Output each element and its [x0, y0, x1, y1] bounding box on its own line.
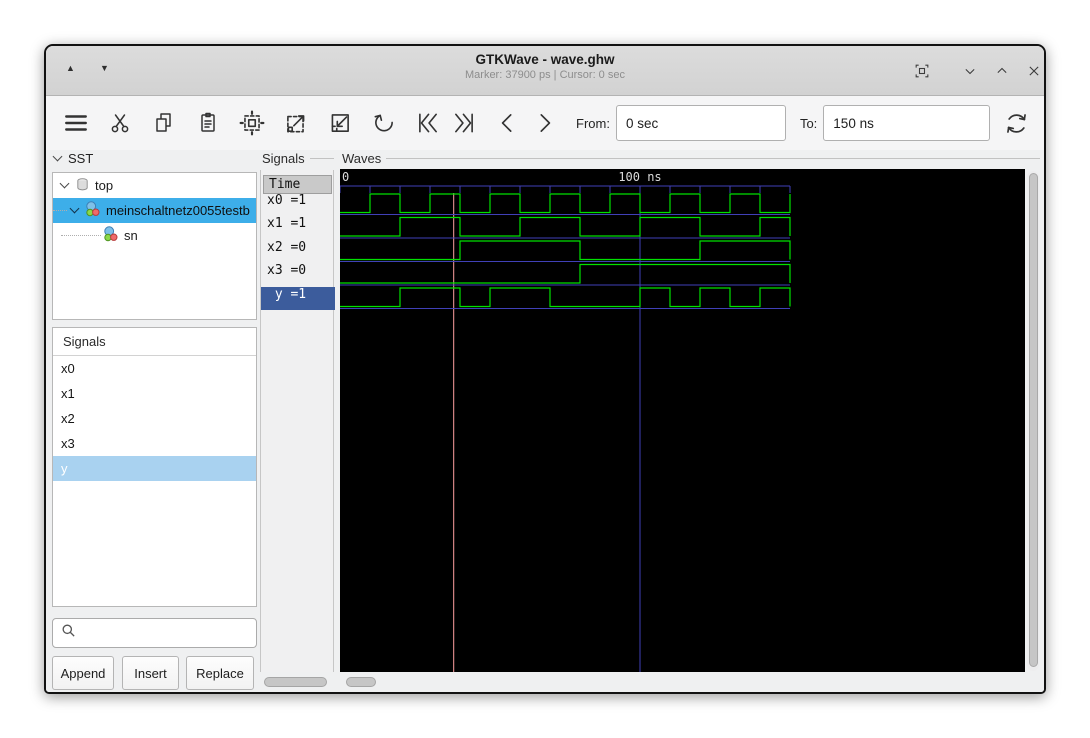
paste-icon[interactable] [190, 105, 226, 141]
svg-text:100 ns: 100 ns [618, 170, 661, 184]
undo-icon[interactable] [366, 105, 402, 141]
chevron-down-icon [52, 151, 63, 162]
restore-icon[interactable] [910, 59, 934, 83]
marker-cursor-status: Marker: 37900 ps | Cursor: 0 sec [465, 69, 625, 81]
names-hscrollbar-thumb[interactable] [264, 677, 327, 687]
step-forward-icon[interactable] [526, 105, 562, 141]
archive-icon [75, 177, 90, 195]
names-hscrollbar[interactable] [260, 674, 334, 690]
tree-item-label: meinschaltnetz0055testb [106, 203, 250, 218]
insert-button[interactable]: Insert [122, 656, 179, 690]
close-icon[interactable] [1022, 59, 1044, 83]
hierarchy-icon [103, 226, 119, 245]
signal-name-row-selected[interactable]: y =1 [261, 286, 335, 310]
to-input[interactable] [823, 105, 991, 141]
search-input[interactable] [82, 624, 262, 642]
signal-list-item[interactable]: x1 [53, 381, 256, 406]
wave-panel: 0 100 ns [338, 168, 1042, 674]
wave-hscrollbar[interactable] [338, 674, 1042, 690]
signal-search-panel: Signals x0 x1 x2 x3 y [52, 327, 257, 607]
wave-vscrollbar-thumb[interactable] [1028, 173, 1038, 667]
sst-tree: top meinschaltnetz0055testb sn [52, 172, 257, 320]
signal-name-row[interactable]: x0 =1 [261, 193, 335, 217]
main-area: SST top meinschaltnetz0055testb sn Signa… [46, 150, 1044, 692]
wave-vscrollbar[interactable] [1027, 171, 1039, 671]
wave-canvas[interactable]: 0 100 ns [340, 169, 1025, 672]
wave-viewport[interactable]: 0 100 ns [340, 169, 1025, 672]
minimize-icon[interactable] [958, 59, 982, 83]
signal-list-item-selected[interactable]: y [53, 456, 256, 481]
signals-panel-header: Signals [53, 328, 256, 356]
step-back-icon[interactable] [490, 105, 526, 141]
zoom-out-icon[interactable] [322, 105, 358, 141]
skip-to-start-icon[interactable] [410, 105, 446, 141]
from-label: From: [576, 115, 610, 131]
wave-hscrollbar-thumb[interactable] [346, 677, 376, 687]
signal-list-item[interactable]: x3 [53, 431, 256, 456]
sst-expander[interactable]: SST [52, 151, 93, 166]
search-icon [61, 623, 76, 643]
zoom-fit-icon[interactable] [234, 105, 270, 141]
hierarchy-icon [85, 201, 101, 220]
waves-frame-label: Waves [342, 151, 1040, 166]
gtkwave-window: ▲ ▼ GTKWave - wave.ghw Marker: 37900 ps … [44, 44, 1046, 694]
from-input[interactable] [615, 105, 786, 141]
tree-item-meinschaltnetz[interactable]: meinschaltnetz0055testb [53, 198, 256, 223]
zoom-in-icon[interactable] [278, 105, 314, 141]
time-header[interactable]: Time [263, 175, 332, 194]
tree-item-label: sn [124, 228, 138, 243]
skip-to-end-icon[interactable] [446, 105, 482, 141]
maximize-icon[interactable] [990, 59, 1014, 83]
signal-name-row[interactable]: x3 =0 [261, 263, 335, 287]
tree-item-top[interactable]: top [53, 173, 256, 198]
copy-icon[interactable] [146, 105, 182, 141]
signal-names-column: Time x0 =1 x1 =1 x2 =0 x3 =0 y =1 [260, 170, 335, 672]
reload-icon[interactable] [998, 105, 1034, 141]
signal-name-row[interactable]: x2 =0 [261, 240, 335, 264]
chevron-down-icon[interactable] [59, 178, 70, 189]
signals-column-frame-label: Signals [262, 151, 334, 166]
svg-text:0: 0 [342, 170, 349, 184]
signal-list-item[interactable]: x2 [53, 406, 256, 431]
cut-icon[interactable] [102, 105, 138, 141]
titlebar[interactable]: ▲ ▼ GTKWave - wave.ghw Marker: 37900 ps … [46, 46, 1044, 96]
chevron-down-icon[interactable] [69, 203, 80, 214]
window-title: GTKWave - wave.ghw [475, 52, 615, 67]
tree-item-sn[interactable]: sn [53, 223, 256, 248]
append-button[interactable]: Append [52, 656, 114, 690]
signal-name-row[interactable]: x1 =1 [261, 216, 335, 240]
replace-button[interactable]: Replace [186, 656, 254, 690]
signal-search[interactable] [52, 618, 262, 648]
toolbar: From: To: [46, 96, 1044, 150]
menu-icon[interactable] [58, 105, 94, 141]
to-label: To: [799, 115, 818, 131]
signal-list-item[interactable]: x0 [53, 356, 256, 381]
tree-item-label: top [95, 178, 114, 193]
sst-label: SST [68, 151, 94, 166]
